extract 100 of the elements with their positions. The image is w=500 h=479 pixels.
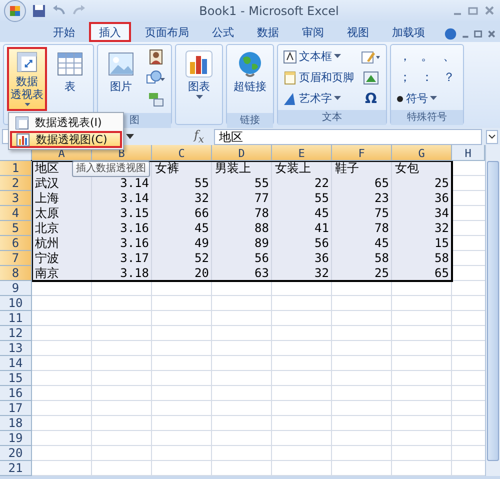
table-cell-text: 25 (374, 266, 390, 281)
scroll-bar[interactable] (485, 145, 500, 476)
ribbon-button[interactable]: 图片 (101, 47, 141, 111)
row-header[interactable]: 8 (0, 266, 32, 281)
expand-icon[interactable] (486, 130, 498, 144)
table-cell-text: 北京 (34, 221, 60, 236)
row-header[interactable]: 9 (0, 281, 32, 296)
symbol-button[interactable]: ； (394, 68, 416, 87)
symbol-button[interactable]: 。 (416, 47, 438, 66)
row-header[interactable]: 11 (0, 311, 32, 326)
row-header[interactable]: 17 (0, 401, 32, 416)
formula-field[interactable]: 地区 (214, 128, 482, 144)
table-cell-text: 3.17 (119, 251, 150, 266)
table-icon (56, 50, 84, 78)
row-header[interactable]: 3 (0, 191, 32, 206)
group-label: 链接 (227, 113, 273, 128)
symbol-button[interactable]: 、 (438, 47, 460, 66)
table-cell-text: 45 (194, 221, 210, 236)
table-cell-text: 宁波 (34, 251, 60, 266)
pivot-chart-icon (16, 132, 30, 146)
ribbon-button[interactable]: 数据 透视表 (7, 47, 47, 111)
pen-icon (361, 48, 381, 64)
table-cell-text: 3.14 (119, 176, 150, 191)
row-header[interactable]: 12 (0, 326, 32, 341)
ribbon-tab[interactable]: 插入 (89, 22, 131, 42)
column-header[interactable]: H (452, 145, 485, 161)
table-cell-text: 25 (434, 176, 450, 191)
column-header[interactable]: D (212, 145, 272, 161)
symbol-button[interactable]: Ω (359, 89, 383, 108)
ribbon-button[interactable]: 文本框 (281, 47, 356, 66)
row-header[interactable]: 15 (0, 371, 32, 386)
function-label[interactable]: f$_{x}$ (188, 128, 210, 146)
table-cell-text: 20 (194, 266, 210, 281)
table-cell-text: 32 (434, 221, 450, 236)
table-cell-text: 58 (374, 251, 390, 266)
symbol-button[interactable]: ？ (438, 68, 460, 87)
table-cell-text: 3.16 (119, 221, 150, 236)
ribbon-button[interactable]: 符号 (394, 89, 460, 108)
ribbon-tab[interactable]: 加载项 (383, 22, 434, 42)
table-cell-text: 34 (434, 206, 450, 221)
undo-icon[interactable] (52, 5, 66, 17)
table-cell-text: 66 (194, 206, 210, 221)
column-header[interactable]: G (392, 145, 452, 161)
window-controls-icon[interactable] (452, 6, 496, 16)
ribbon-tab[interactable]: 审阅 (293, 22, 333, 42)
column-header[interactable]: C (152, 145, 212, 161)
row-header[interactable]: 4 (0, 206, 32, 221)
row-header[interactable]: 16 (0, 386, 32, 401)
row-header[interactable]: 5 (0, 221, 32, 236)
row-header[interactable]: 1 (0, 161, 32, 176)
row-header[interactable]: 6 (0, 236, 32, 251)
row-header[interactable]: 21 (0, 461, 32, 476)
ribbon-tab[interactable]: 页面布局 (136, 22, 198, 42)
table-cell-text: 23 (374, 191, 390, 206)
ribbon-button[interactable]: 页眉和页脚 (281, 68, 356, 87)
table-cell-text: 56 (254, 251, 270, 266)
table-cell-text: 地区 (34, 161, 60, 176)
table-cell-text: 65 (434, 266, 450, 281)
ribbon-button[interactable]: 艺术字 (281, 89, 356, 108)
ribbon-tab[interactable]: 开始 (44, 22, 84, 42)
row-header[interactable]: 13 (0, 341, 32, 356)
table-cell-text: 36 (314, 251, 330, 266)
column-header[interactable]: E (272, 145, 332, 161)
row-header[interactable]: 10 (0, 296, 32, 311)
table-cell-text: 3.15 (119, 206, 150, 221)
table-cell-text: 89 (254, 236, 270, 251)
table-cell-text: 32 (194, 191, 210, 206)
object-icon (362, 70, 380, 86)
table-cell-text: 58 (434, 251, 450, 266)
pivot-table-icon (15, 116, 29, 130)
ribbon-tab[interactable]: 公式 (203, 22, 243, 42)
symbol-button[interactable]: ， (394, 47, 416, 66)
table-cell-text: 3.16 (119, 236, 150, 251)
ribbon-button[interactable]: 表 (50, 47, 90, 111)
row-header[interactable]: 20 (0, 446, 32, 461)
table-cell-text: 78 (254, 206, 270, 221)
symbol-button[interactable]: ： (416, 68, 438, 87)
ribbon-tab[interactable]: 视图 (338, 22, 378, 42)
row-header[interactable]: 18 (0, 416, 32, 431)
table-cell-text: 22 (314, 176, 330, 191)
caret-icon[interactable] (126, 134, 134, 140)
table-cell-text: 41 (314, 221, 330, 236)
row-header[interactable]: 19 (0, 431, 32, 446)
menu-item[interactable]: 数据透视图(C) (10, 131, 122, 148)
table-cell-text: 56 (314, 236, 330, 251)
table-cell-text: 55 (314, 191, 330, 206)
office-button-icon[interactable] (4, 0, 26, 22)
row-header[interactable]: 7 (0, 251, 32, 266)
column-header[interactable]: F (332, 145, 392, 161)
ribbon-button[interactable]: 超链接 (230, 47, 270, 111)
table-cell-text: 男装上 (214, 161, 252, 176)
table-cell-text: 女包 (394, 161, 420, 176)
row-header[interactable]: 2 (0, 176, 32, 191)
save-icon[interactable] (32, 4, 46, 18)
table-cell-text: 55 (254, 176, 270, 191)
ribbon-tab[interactable]: 数据 (248, 22, 288, 42)
ribbon-button[interactable]: 图表 (179, 47, 219, 111)
table-cell-text: 武汉 (34, 176, 60, 191)
row-header[interactable]: 14 (0, 356, 32, 371)
table-cell-text: 52 (194, 251, 210, 266)
